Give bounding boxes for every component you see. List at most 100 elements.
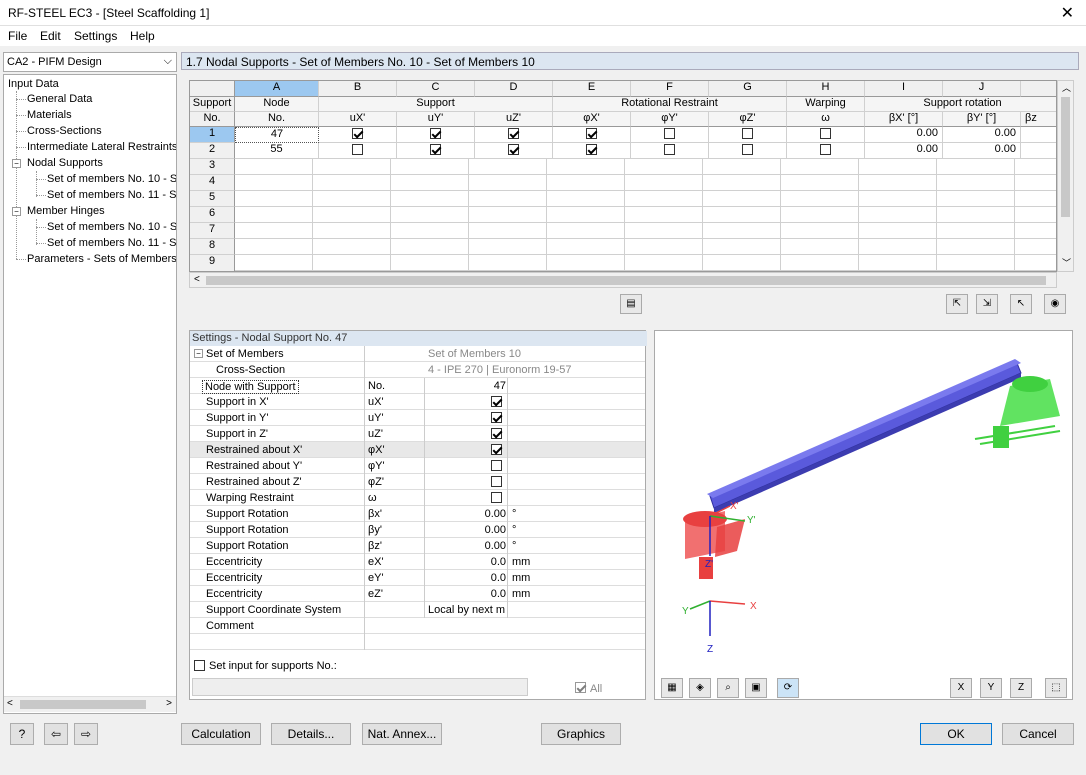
settings-row[interactable]: Support Rotation βz' 0.00 ° [190, 538, 645, 554]
checkbox-phiy[interactable] [664, 127, 675, 139]
row-number[interactable]: 4 [190, 175, 235, 191]
cell-betay[interactable]: 0.00 [943, 143, 1021, 159]
settings-row[interactable]: Support Coordinate System Local by next … [190, 602, 645, 618]
checkbox-uy[interactable] [430, 143, 441, 155]
tree-item-cross-sections[interactable]: Cross-Sections [27, 125, 102, 137]
row-number[interactable]: 6 [190, 207, 235, 223]
checkbox-phix[interactable] [586, 143, 597, 155]
checkbox-ux[interactable] [352, 127, 363, 139]
previous-icon[interactable]: ⇦ [44, 723, 68, 745]
eccentricity-z-value[interactable]: 0.0 [426, 588, 506, 600]
settings-row[interactable]: Restrained about X' φX' [190, 442, 645, 458]
row-number[interactable]: 3 [190, 159, 235, 175]
tree-root[interactable]: Input Data [8, 78, 59, 90]
checkbox-uy[interactable] [430, 127, 441, 139]
cell-node[interactable]: 55 [235, 143, 319, 159]
collapse-icon[interactable]: − [194, 349, 203, 358]
row-number[interactable]: 8 [190, 239, 235, 255]
menu-file[interactable]: File [8, 29, 27, 43]
tree-item-ns-set-11[interactable]: Set of members No. 11 - Se [47, 189, 176, 201]
tree-item-member-hinges[interactable]: Member Hinges [27, 205, 105, 217]
row-number[interactable]: 5 [190, 191, 235, 207]
cell-betay[interactable]: 0.00 [943, 127, 1021, 143]
settings-row[interactable]: Restrained about Z' φZ' [190, 474, 645, 490]
cell-betax[interactable]: 0.00 [865, 127, 943, 143]
col-letter-d[interactable]: D [475, 81, 553, 97]
checkbox-phiz[interactable] [742, 127, 753, 139]
checkbox-restrained-y[interactable] [491, 460, 502, 471]
checkbox-ux[interactable] [352, 143, 363, 155]
checkbox-omega[interactable] [820, 127, 831, 139]
settings-row[interactable]: Node with Support No. 47 [190, 378, 645, 394]
checkbox-support-z[interactable] [491, 428, 502, 439]
rotation-z-value[interactable]: 0.00 [426, 540, 506, 552]
set-input-checkbox[interactable] [194, 660, 205, 671]
row-number[interactable]: 9 [190, 255, 235, 271]
col-letter-c[interactable]: C [397, 81, 475, 97]
rotation-x-value[interactable]: 0.00 [426, 508, 506, 520]
checkbox-support-y[interactable] [491, 412, 502, 423]
view-eye-icon[interactable]: ◉ [1044, 294, 1066, 314]
row-number[interactable]: 2 [190, 143, 235, 159]
view-y-icon[interactable]: Y [980, 678, 1002, 698]
cell-node[interactable]: 47 [235, 127, 319, 143]
settings-row[interactable]: Eccentricity eZ' 0.0 mm [190, 586, 645, 602]
view-x-icon[interactable]: X [950, 678, 972, 698]
next-icon[interactable]: ⇨ [74, 723, 98, 745]
eccentricity-y-value[interactable]: 0.0 [426, 572, 506, 584]
collapse-icon[interactable]: − [12, 159, 21, 168]
checkbox-uz[interactable] [508, 127, 519, 139]
node-value[interactable]: 47 [426, 380, 506, 392]
eccentricity-x-value[interactable]: 0.0 [426, 556, 506, 568]
calculation-button[interactable]: Calculation [181, 723, 261, 745]
pick-node-icon[interactable]: ↖ [1010, 294, 1032, 314]
tree-item-mh-set-10[interactable]: Set of members No. 10 - Se [47, 221, 176, 233]
tree-item-nodal-supports[interactable]: Nodal Supports [27, 157, 103, 169]
checkbox-phiy[interactable] [664, 143, 675, 155]
table-hscrollbar[interactable]: < [189, 272, 1057, 288]
col-letter-h[interactable]: H [787, 81, 865, 97]
col-letter-b[interactable]: B [319, 81, 397, 97]
checkbox-warping[interactable] [491, 492, 502, 503]
col-letter-j[interactable]: J [943, 81, 1021, 97]
view-model-icon[interactable]: ◈ [689, 678, 711, 698]
show-supports-icon[interactable]: ▦ [661, 678, 683, 698]
view-z-icon[interactable]: Z [1010, 678, 1032, 698]
menu-help[interactable]: Help [130, 29, 155, 43]
row-number[interactable]: 7 [190, 223, 235, 239]
tree-scrollbar[interactable]: < > [4, 696, 176, 712]
settings-row[interactable]: Eccentricity eX' 0.0 mm [190, 554, 645, 570]
menu-edit[interactable]: Edit [40, 29, 61, 43]
settings-row[interactable]: Support in Y' uY' [190, 410, 645, 426]
tree-item-lateral-restraints[interactable]: Intermediate Lateral Restraints [27, 141, 176, 153]
cell-betax[interactable]: 0.00 [865, 143, 943, 159]
checkbox-phix[interactable] [586, 127, 597, 139]
col-letter-g[interactable]: G [709, 81, 787, 97]
graphics-button[interactable]: Graphics [541, 723, 621, 745]
refresh-view-icon[interactable]: ⟳ [777, 678, 799, 698]
nat-annex-button[interactable]: Nat. Annex... [362, 723, 442, 745]
menu-settings[interactable]: Settings [74, 29, 117, 43]
col-letter-f[interactable]: F [631, 81, 709, 97]
checkbox-omega[interactable] [820, 143, 831, 155]
isometric-view-icon[interactable]: ⬚ [1045, 678, 1067, 698]
col-letter-a[interactable]: A [235, 81, 319, 97]
coordinate-system-value[interactable]: Local by next m [428, 604, 505, 616]
settings-row[interactable]: Support Rotation βy' 0.00 ° [190, 522, 645, 538]
cancel-button[interactable]: Cancel [1002, 723, 1074, 745]
settings-row[interactable]: Support Rotation βx' 0.00 ° [190, 506, 645, 522]
excel-export-icon[interactable]: ⇱ [946, 294, 968, 314]
details-button[interactable]: Details... [271, 723, 351, 745]
tree-item-general-data[interactable]: General Data [27, 93, 92, 105]
checkbox-support-x[interactable] [491, 396, 502, 407]
rotation-y-value[interactable]: 0.00 [426, 524, 506, 536]
tree-item-materials[interactable]: Materials [27, 109, 72, 121]
settings-row[interactable]: Restrained about Y' φY' [190, 458, 645, 474]
row-number[interactable]: 1 [190, 127, 235, 143]
help-icon[interactable]: ? [10, 723, 34, 745]
checkbox-restrained-x[interactable] [491, 444, 502, 455]
tree-item-mh-set-11[interactable]: Set of members No. 11 - Se [47, 237, 176, 249]
collapse-icon[interactable]: − [12, 207, 21, 216]
model-graphic[interactable]: X' Y' Z' X Y Z ▦ ◈ ⌕ ▣ ⟳ X Y Z ⬚ [654, 330, 1073, 700]
col-letter-e[interactable]: E [553, 81, 631, 97]
